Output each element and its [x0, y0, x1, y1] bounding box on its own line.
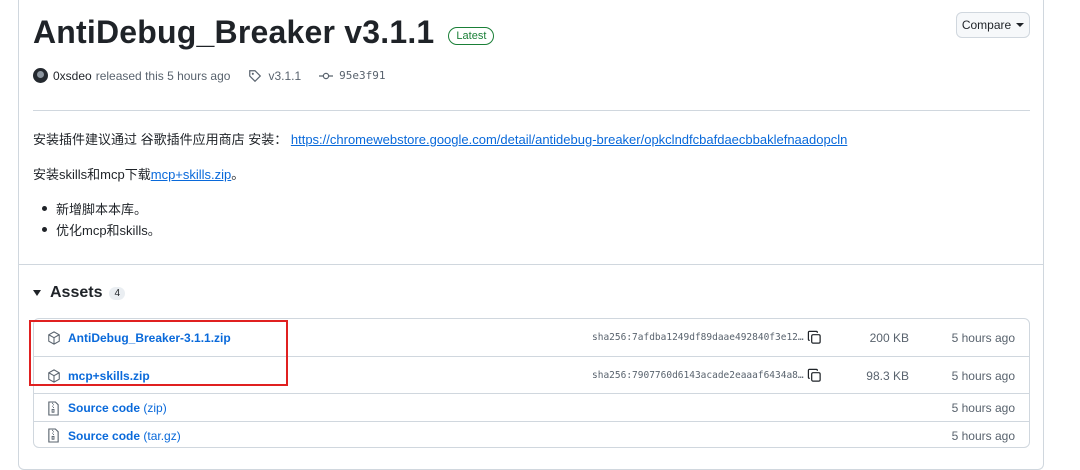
divider: [18, 264, 1044, 265]
file-zip-icon: [47, 428, 60, 443]
source-code-zip-link[interactable]: Source code (zip): [68, 401, 167, 415]
source-code-targz-link[interactable]: Source code (tar.gz): [68, 429, 181, 443]
compare-label: Compare: [961, 18, 1012, 32]
list-item: 新增脚本本库。: [42, 198, 161, 219]
file-zip-icon: [47, 400, 60, 416]
asset-sha: sha256:7afdba1249df89daae492840f3e12…: [592, 332, 804, 343]
chrome-store-link[interactable]: https://chromewebstore.google.com/detail…: [291, 132, 847, 147]
asset-download-link[interactable]: AntiDebug_Breaker-3.1.1.zip: [68, 331, 231, 345]
list-item: 优化mcp和skills。: [42, 219, 161, 240]
asset-time: 5 hours ago: [951, 330, 1015, 345]
commit-icon: [319, 69, 334, 83]
copy-icon[interactable]: [807, 330, 822, 345]
install-note-text: 安装插件建议通过 谷歌插件应用商店 安装：: [33, 132, 288, 147]
asset-time: 5 hours ago: [951, 401, 1015, 415]
list-item-text: 优化mcp和skills。: [56, 223, 161, 238]
assets-toggle[interactable]: Assets 4: [33, 284, 126, 302]
asset-size: 200 KB: [869, 330, 909, 345]
asset-time: 5 hours ago: [951, 428, 1015, 443]
asset-row: Source code (zip) 5 hours ago: [34, 393, 1029, 422]
install-note: 安装插件建议通过 谷歌插件应用商店 安装： https://chromewebs…: [33, 129, 847, 148]
assets-count: 4: [109, 286, 126, 300]
asset-download-link[interactable]: mcp+skills.zip: [68, 369, 150, 383]
list-item-text: 新增脚本本库。: [56, 202, 148, 217]
package-icon: [47, 330, 61, 345]
changelog-list: 新增脚本本库。 优化mcp和skills。: [42, 198, 161, 240]
download-note-text: 安装skills和mcp下载: [33, 167, 151, 182]
latest-badge: Latest: [448, 26, 495, 45]
release-meta: 0xsdeo released this 5 hours ago v3.1.1 …: [33, 68, 386, 83]
asset-row: AntiDebug_Breaker-3.1.1.zip sha256:7afdb…: [34, 319, 1029, 356]
avatar[interactable]: [33, 68, 48, 83]
asset-sha: sha256:7907760d6143acade2eaaaf6434a8…: [592, 370, 804, 381]
release-header: AntiDebug_Breaker v3.1.1 Latest: [33, 14, 495, 51]
release-title[interactable]: AntiDebug_Breaker v3.1.1: [33, 14, 434, 51]
asset-row: Source code (tar.gz) 5 hours ago: [34, 421, 1029, 449]
mcp-skills-link[interactable]: mcp+skills.zip: [151, 167, 232, 182]
triangle-down-icon: [33, 290, 41, 296]
download-note-suffix: 。: [231, 167, 245, 182]
tag-link[interactable]: v3.1.1: [268, 69, 301, 83]
author-link[interactable]: 0xsdeo: [53, 69, 92, 83]
compare-button[interactable]: Compare: [956, 12, 1030, 38]
assets-title: Assets: [50, 284, 103, 301]
download-note: 安装skills和mcp下载mcp+skills.zip。: [33, 164, 244, 183]
tag-icon: [248, 69, 262, 83]
commit-link[interactable]: 95e3f91: [339, 69, 385, 82]
asset-time: 5 hours ago: [951, 368, 1015, 383]
asset-row: mcp+skills.zip sha256:7907760d6143acade2…: [34, 356, 1029, 394]
asset-size: 98.3 KB: [866, 368, 909, 383]
package-icon: [47, 368, 61, 383]
released-text: released this 5 hours ago: [95, 68, 231, 83]
assets-list: AntiDebug_Breaker-3.1.1.zip sha256:7afdb…: [33, 318, 1030, 448]
divider: [33, 110, 1030, 111]
chevron-down-icon: [1016, 23, 1025, 27]
copy-icon[interactable]: [807, 368, 822, 383]
